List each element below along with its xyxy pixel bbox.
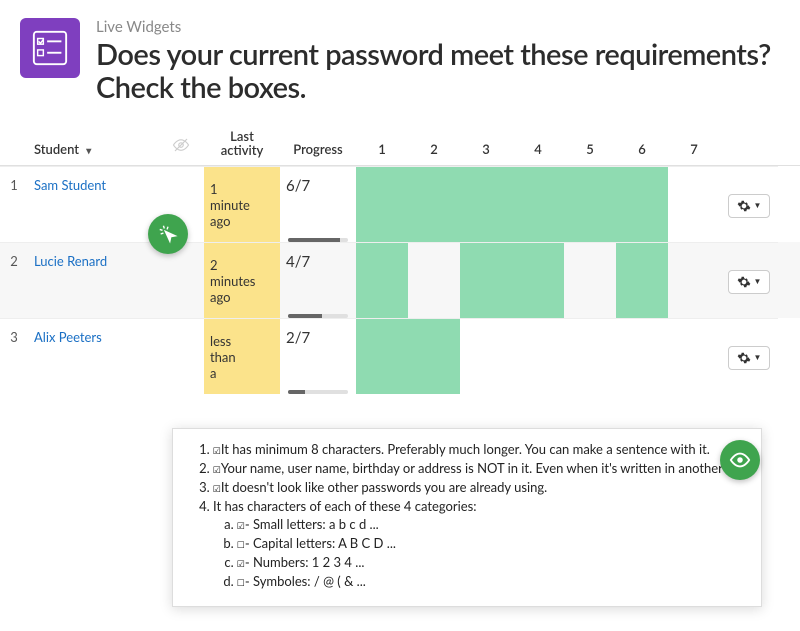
col-q3[interactable]: 3 xyxy=(460,133,512,165)
page-title: Does your current password meet these re… xyxy=(96,38,780,105)
question-cell-q6[interactable] xyxy=(616,318,668,394)
question-cell-q6[interactable] xyxy=(616,166,668,242)
row-actions-button[interactable]: ▼ xyxy=(728,346,771,370)
table-row: 2Lucie Renard 2minutesago4/7 ▼ xyxy=(0,242,800,318)
student-name-link[interactable]: Lucie Renard xyxy=(28,242,158,318)
answer-subitem: ☑- Numbers: 1 2 3 4 ... xyxy=(237,554,745,571)
page-header: Live Widgets Does your current password … xyxy=(0,0,800,115)
progress-cell: 4/7 xyxy=(280,242,356,318)
col-q2[interactable]: 2 xyxy=(408,133,460,165)
question-cell-q2[interactable] xyxy=(408,242,460,318)
answer-item: ☑It has minimum 8 characters. Preferably… xyxy=(213,441,745,458)
table-row: 1Sam Student 1minuteago6/7 ▼ xyxy=(0,166,800,242)
student-name-link[interactable]: Alix Peeters xyxy=(28,318,158,394)
question-cell-q3[interactable] xyxy=(460,242,512,318)
question-cell-q5[interactable] xyxy=(564,242,616,318)
tutorial-preview-badge-icon xyxy=(720,440,760,480)
question-cell-q1[interactable] xyxy=(356,242,408,318)
row-actions-button[interactable]: ▼ xyxy=(728,270,771,294)
table-header-row: Student ▾ Last activity Progress 1 2 3 4… xyxy=(0,121,800,167)
caret-down-icon: ▼ xyxy=(754,277,762,286)
student-progress-table: Student ▾ Last activity Progress 1 2 3 4… xyxy=(0,121,800,395)
answer-detail-popup: ☑It has minimum 8 characters. Preferably… xyxy=(172,428,762,607)
col-last-activity[interactable]: Last activity xyxy=(204,121,280,166)
eye-slash-icon xyxy=(172,136,190,154)
sort-caret-icon: ▾ xyxy=(86,145,91,157)
last-activity-cell: 1minuteago xyxy=(204,166,280,242)
question-cell-q7[interactable] xyxy=(668,318,720,394)
question-cell-q7[interactable] xyxy=(668,242,720,318)
student-name-link[interactable]: Sam Student xyxy=(28,166,158,242)
row-number: 1 xyxy=(0,166,28,242)
row-actions-cell: ▼ xyxy=(720,242,778,318)
gear-icon xyxy=(737,275,751,289)
question-cell-q1[interactable] xyxy=(356,166,408,242)
question-cell-q1[interactable] xyxy=(356,318,408,394)
col-progress[interactable]: Progress xyxy=(280,133,356,165)
answer-list: ☑It has minimum 8 characters. Preferably… xyxy=(193,441,745,590)
question-cell-q2[interactable] xyxy=(408,166,460,242)
answer-subitem: ☑- Small letters: a b c d ... xyxy=(237,516,745,533)
gear-icon xyxy=(737,199,751,213)
question-cell-q3[interactable] xyxy=(460,318,512,394)
widget-checklist-icon xyxy=(20,18,80,78)
caret-down-icon: ▼ xyxy=(754,201,762,210)
answer-item: ☑Your name, user name, birthday or addre… xyxy=(213,460,745,477)
answer-subitem: ☐- Symboles: / @ ( & ... xyxy=(237,573,745,590)
col-q1[interactable]: 1 xyxy=(356,133,408,165)
col-visibility[interactable] xyxy=(158,128,204,165)
row-actions-button[interactable]: ▼ xyxy=(728,194,771,218)
col-q7[interactable]: 7 xyxy=(668,133,720,165)
col-q4[interactable]: 4 xyxy=(512,133,564,165)
gear-icon xyxy=(737,351,751,365)
question-cell-q6[interactable] xyxy=(616,242,668,318)
col-q5[interactable]: 5 xyxy=(564,133,616,165)
last-activity-cell: 2minutesago xyxy=(204,242,280,318)
visibility-cell xyxy=(158,318,204,394)
question-cell-q5[interactable] xyxy=(564,166,616,242)
col-student-label: Student xyxy=(34,141,79,157)
caret-down-icon: ▼ xyxy=(754,353,762,362)
question-cell-q4[interactable] xyxy=(512,166,564,242)
question-cell-q5[interactable] xyxy=(564,318,616,394)
answer-subitem: ☐- Capital letters: A B C D ... xyxy=(237,535,745,552)
question-cell-q2[interactable] xyxy=(408,318,460,394)
question-cell-q4[interactable] xyxy=(512,242,564,318)
last-activity-cell: lessthana xyxy=(204,318,280,394)
question-cell-q3[interactable] xyxy=(460,166,512,242)
row-actions-cell: ▼ xyxy=(720,318,778,394)
row-number: 3 xyxy=(0,318,28,394)
answer-item: ☑It doesn't look like other passwords yo… xyxy=(213,479,745,496)
tutorial-click-badge-icon xyxy=(148,214,188,254)
question-cell-q7[interactable] xyxy=(668,166,720,242)
row-number: 2 xyxy=(0,242,28,318)
col-q6[interactable]: 6 xyxy=(616,133,668,165)
col-student[interactable]: Student ▾ xyxy=(28,133,158,165)
answer-item: It has characters of each of these 4 cat… xyxy=(213,498,745,590)
question-cell-q4[interactable] xyxy=(512,318,564,394)
table-row: 3Alix Peeters lessthana2/7 ▼ xyxy=(0,318,800,394)
row-actions-cell: ▼ xyxy=(720,166,778,242)
progress-cell: 6/7 xyxy=(280,166,356,242)
progress-cell: 2/7 xyxy=(280,318,356,394)
page-subtitle: Live Widgets xyxy=(96,18,780,36)
